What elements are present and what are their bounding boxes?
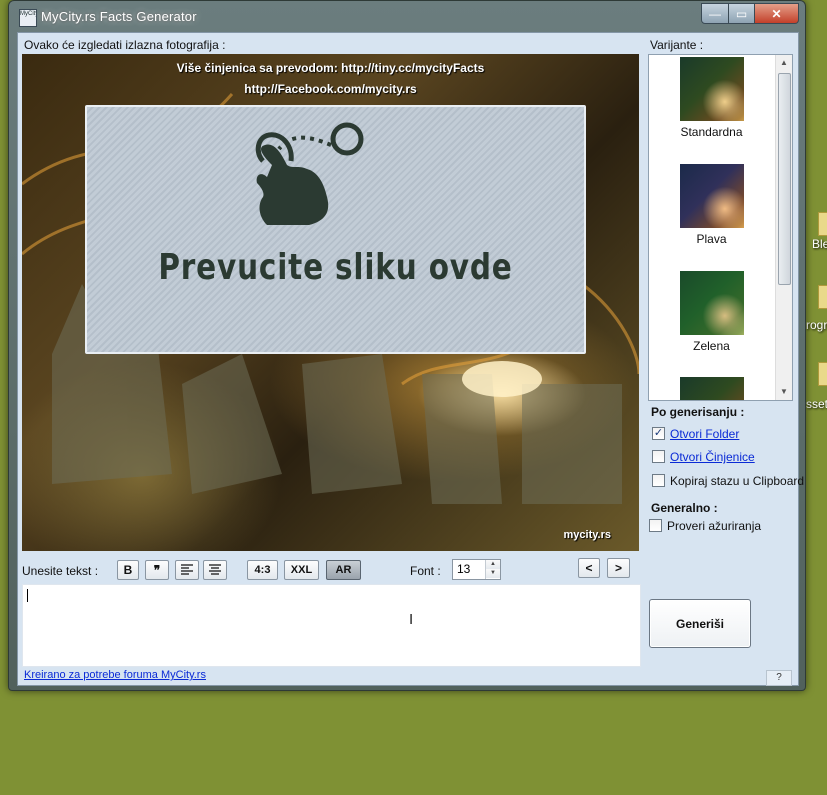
variant-label: Plava [696,232,727,246]
next-button[interactable]: > [607,558,630,578]
desktop-icon[interactable] [818,212,827,236]
font-label: Font : [410,564,441,578]
footer-link[interactable]: Kreirano za potrebe foruma MyCity.rs [24,669,206,681]
size-button[interactable]: XXL [284,560,319,580]
variant-item-standardna[interactable]: Standardna [649,57,774,139]
variant-item-plava[interactable]: Plava [649,164,774,246]
variant-thumbnail [679,377,744,400]
text-caret [27,589,28,602]
check-updates-label[interactable]: Proveri ažuriranja [667,519,761,533]
open-facts-checkbox[interactable] [652,450,665,463]
maximize-button[interactable]: ▭ [729,3,755,24]
preview-image: Više činjenica sa prevodom: http://tiny.… [22,54,639,551]
open-facts-link[interactable]: Otvori Činjenice [670,450,755,464]
generate-button[interactable]: Generiši [649,599,751,648]
variant-thumbnail [679,57,744,121]
preview-header-line2: http://Facebook.com/mycity.rs [244,82,417,96]
app-window: MyCity MyCity.rs Facts Generator — ▭ ✕ O… [8,0,806,691]
variant-item-zelena[interactable]: Zelena [649,271,774,353]
open-folder-link[interactable]: Otvori Folder [670,427,739,441]
drag-hand-icon [255,122,364,225]
bold-button[interactable]: B [117,560,139,580]
variant-item-partial[interactable] [649,377,774,400]
copy-path-checkbox[interactable] [652,474,665,487]
text-input-label: Unesite tekst : [22,564,99,578]
variants-label: Varijante : [650,38,704,52]
drop-zone-text: Prevucite sliku ovde [158,247,513,288]
variants-scrollbar[interactable]: ▲ ▼ [775,55,792,400]
increase-icon[interactable]: ▲ [486,560,500,569]
scrollbar-thumb[interactable] [778,73,791,285]
decrease-icon[interactable]: ▼ [486,569,500,578]
minimize-button[interactable]: — [701,3,729,24]
quote-button[interactable]: ❞ [145,560,169,580]
variant-thumbnail [679,271,744,335]
window-title: MyCity.rs Facts Generator [41,9,197,24]
font-size-value[interactable]: 13 [457,562,470,576]
window-controls: — ▭ ✕ [701,3,799,24]
align-center-button[interactable] [203,560,227,580]
variant-thumbnail [679,164,744,228]
image-drop-zone[interactable]: Prevucite sliku ovde [85,105,586,354]
open-folder-checkbox[interactable]: ✓ [652,427,665,440]
check-updates-checkbox[interactable] [649,519,662,532]
stepper-arrows[interactable]: ▲ ▼ [485,560,500,579]
font-size-stepper[interactable]: 13 ▲ ▼ [452,559,501,580]
variant-label: Standardna [680,125,743,139]
desktop-item-label[interactable]: Ble [812,237,827,251]
help-button[interactable]: ? [766,670,792,686]
ar-button[interactable]: AR [326,560,361,580]
general-title: Generalno : [651,501,718,515]
watermark-text: mycity.rs [563,529,612,541]
align-center-icon [209,564,221,575]
after-generate-title: Po generisanju : [651,405,745,419]
desktop-icon[interactable] [818,362,827,386]
desktop-item-label[interactable]: sset [806,397,827,411]
client-area: Ovako će izgledati izlazna fotografija : [17,32,804,686]
title-bar[interactable]: MyCity MyCity.rs Facts Generator — ▭ ✕ [9,1,805,31]
ibeam-cursor-icon: I [409,611,414,628]
variants-list[interactable]: Standardna Plava Zelena ▲ ▼ [648,54,793,401]
align-left-icon [181,564,193,575]
close-button[interactable]: ✕ [755,3,799,24]
preview-header-line1: Više činjenica sa prevodom: http://tiny.… [176,61,485,75]
app-icon[interactable]: MyCity [19,9,37,27]
ratio-button[interactable]: 4:3 [247,560,278,580]
copy-path-label[interactable]: Kopiraj stazu u Clipboard [670,474,804,488]
variant-label: Zelena [693,339,730,353]
preview-label: Ovako će izgledati izlazna fotografija : [24,38,226,52]
desktop-item-label[interactable]: rogr [806,318,827,332]
scroll-down-icon[interactable]: ▼ [776,384,792,400]
scroll-up-icon[interactable]: ▲ [776,55,792,71]
desktop-icon[interactable] [818,285,827,309]
fact-text-input[interactable]: I [22,584,641,667]
align-left-button[interactable] [175,560,199,580]
previous-button[interactable]: < [578,558,600,578]
